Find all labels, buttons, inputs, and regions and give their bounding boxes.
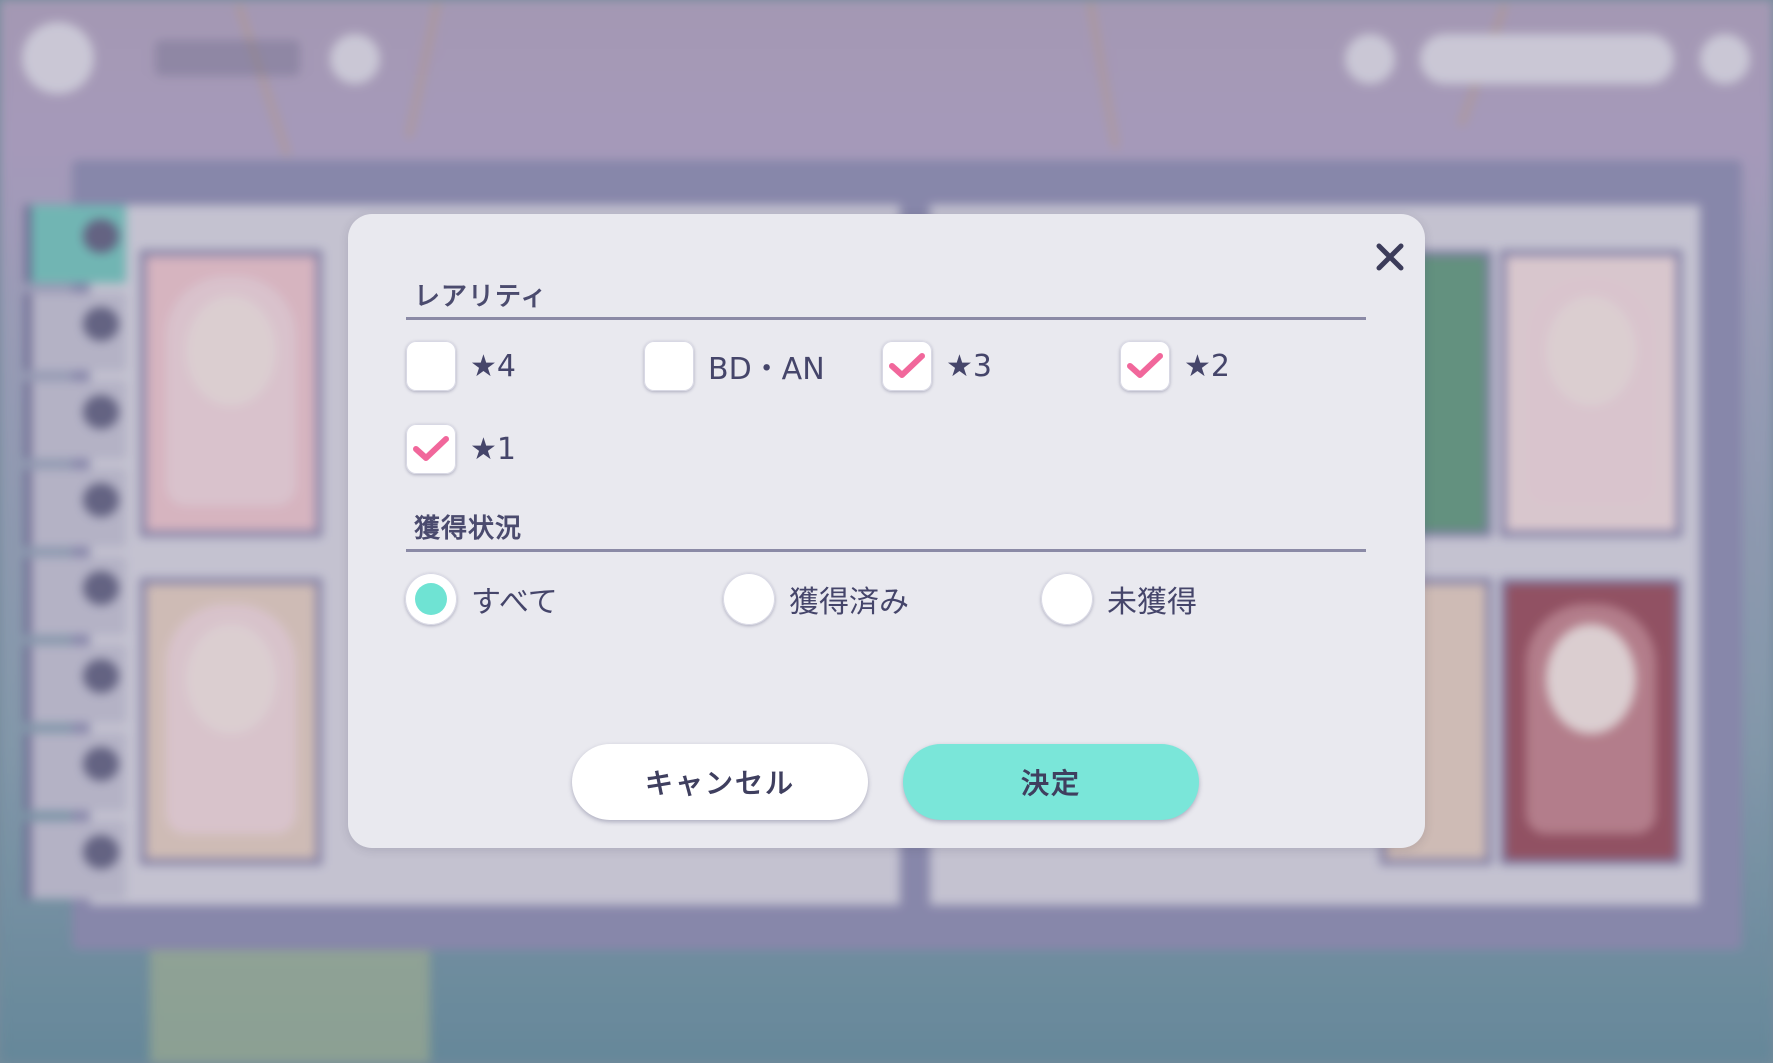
- checkmark-icon: [889, 353, 925, 378]
- rarity-option-star1[interactable]: ★1: [406, 424, 516, 474]
- rarity-option-star4[interactable]: ★4: [406, 341, 516, 391]
- checkbox-checked[interactable]: [1120, 341, 1170, 391]
- option-label: ★2: [1184, 348, 1230, 384]
- acquisition-option-not-obtained[interactable]: 未獲得: [1041, 573, 1197, 625]
- rarity-option-bd-an[interactable]: BD・AN: [644, 341, 825, 391]
- option-label: ★4: [470, 348, 516, 384]
- checkbox-checked[interactable]: [882, 341, 932, 391]
- checkbox[interactable]: [406, 341, 456, 391]
- option-label: BD・AN: [708, 352, 825, 387]
- option-label: 未獲得: [1107, 585, 1197, 620]
- radio[interactable]: [723, 573, 775, 625]
- acquisition-divider: [406, 549, 1366, 552]
- confirm-button[interactable]: 決定: [903, 744, 1199, 820]
- checkbox[interactable]: [644, 341, 694, 391]
- radio-selected[interactable]: [405, 573, 457, 625]
- option-label: ★1: [470, 431, 516, 467]
- rarity-divider: [406, 317, 1366, 320]
- rarity-option-star2[interactable]: ★2: [1120, 341, 1230, 391]
- option-label: すべて: [471, 585, 558, 620]
- option-label: ★3: [946, 348, 992, 384]
- rarity-option-star3[interactable]: ★3: [882, 341, 992, 391]
- checkbox-checked[interactable]: [406, 424, 456, 474]
- acquisition-section-title: 獲得状況: [414, 514, 523, 544]
- acquisition-option-obtained[interactable]: 獲得済み: [723, 573, 909, 625]
- rarity-section-title: レアリティ: [414, 282, 548, 312]
- acquisition-option-all[interactable]: すべて: [405, 573, 558, 625]
- radio[interactable]: [1041, 573, 1093, 625]
- checkmark-icon: [1127, 353, 1163, 378]
- checkmark-icon: [413, 436, 449, 461]
- option-label: 獲得済み: [789, 585, 909, 620]
- cancel-button[interactable]: キャンセル: [572, 744, 868, 820]
- close-icon[interactable]: [1362, 229, 1418, 285]
